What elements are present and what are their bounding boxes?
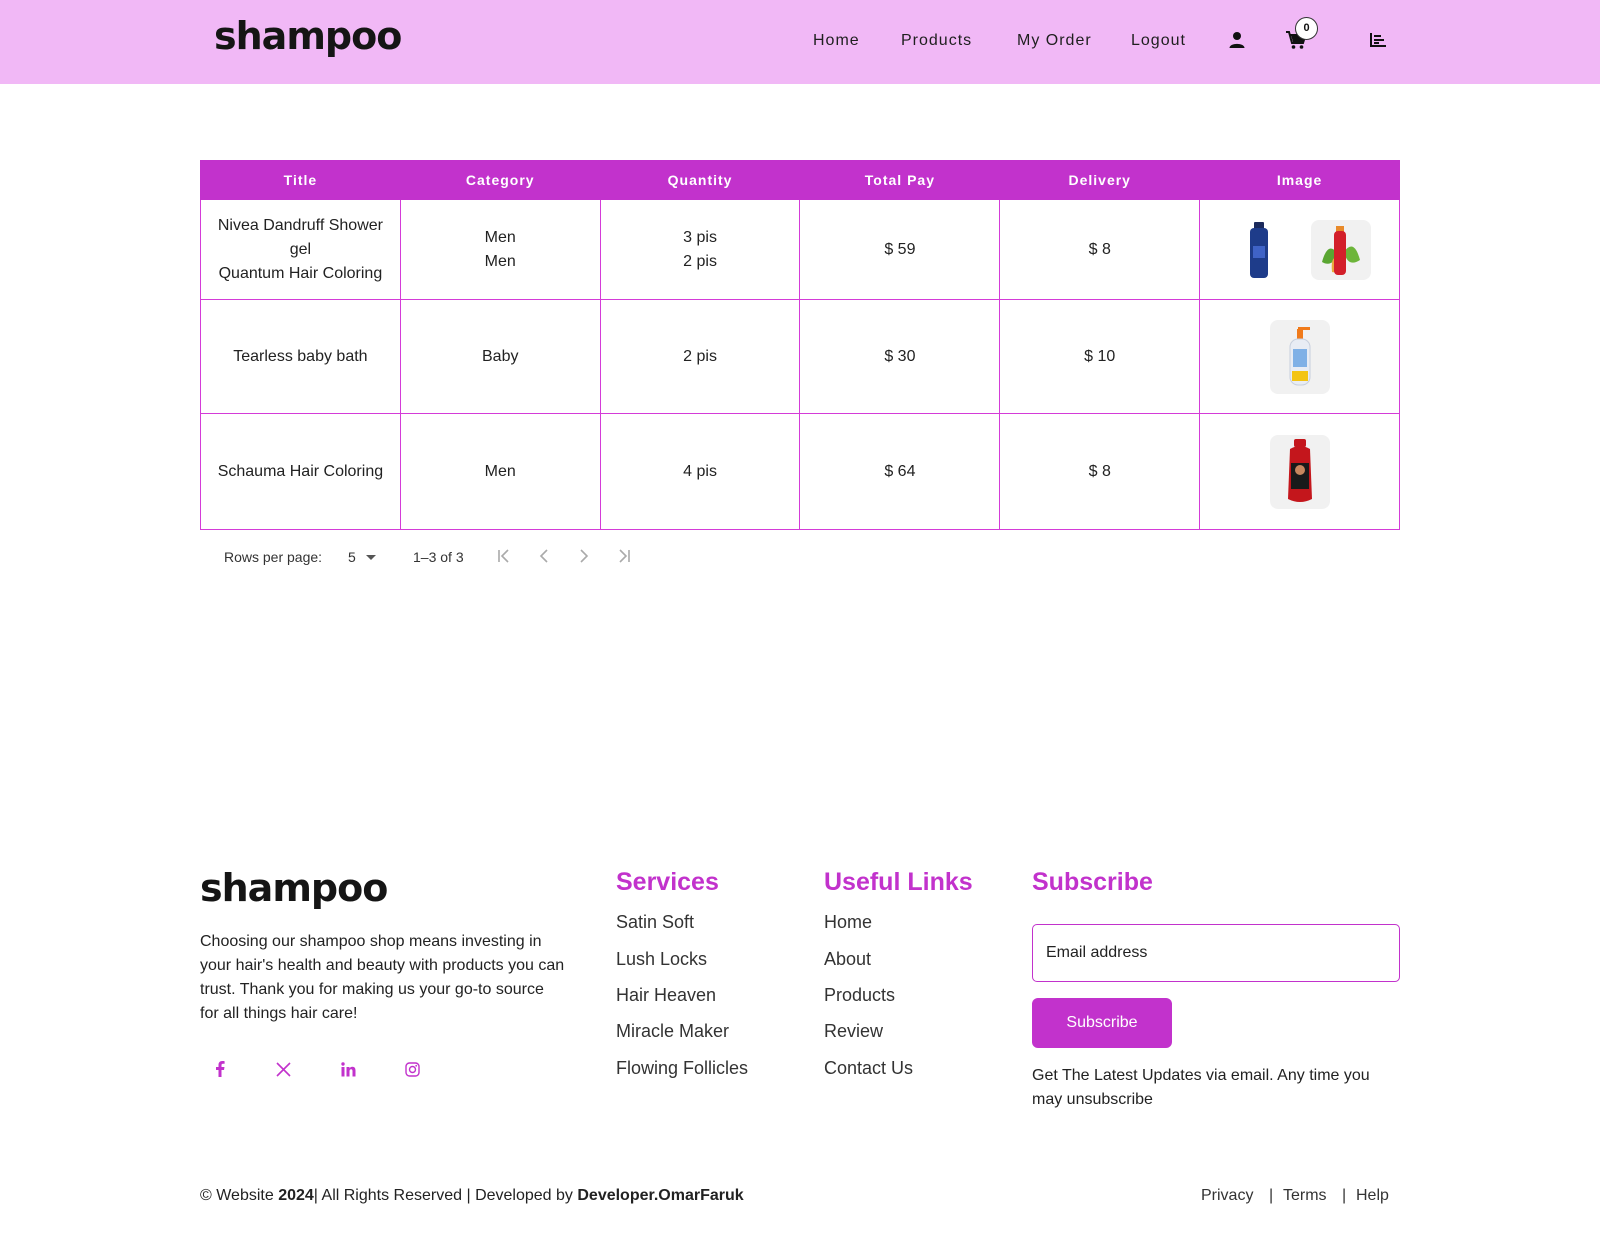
- category-cell: Men Men: [399, 199, 601, 300]
- previous-page-icon[interactable]: [536, 548, 552, 564]
- total-pay-cell: $ 64: [799, 413, 1001, 530]
- nav-home[interactable]: Home: [813, 30, 860, 52]
- terms-link[interactable]: Terms: [1283, 1187, 1327, 1205]
- footer-about-text: Choosing our shampoo shop means investin…: [200, 933, 565, 1022]
- footer-link-products[interactable]: Products: [824, 985, 895, 1006]
- nav-my-order[interactable]: My Order: [1017, 30, 1092, 52]
- quantity-value: 2 pis: [599, 299, 801, 414]
- service-link-satin-soft[interactable]: Satin Soft: [616, 912, 694, 933]
- delivery-cell: $ 10: [999, 299, 1201, 414]
- image-cell: [1199, 413, 1400, 530]
- email-field[interactable]: Email address: [1032, 924, 1400, 982]
- table-row: Schauma Hair Coloring Men 4 pis $ 64 $ 8: [200, 413, 1400, 530]
- footer-link-contact-us[interactable]: Contact Us: [824, 1058, 913, 1079]
- table-header-row: Title Category Quantity Total Pay Delive…: [200, 160, 1400, 200]
- total-pay-cell: $ 30: [799, 299, 1001, 414]
- rows-per-page-label: Rows per page:: [224, 549, 323, 565]
- column-header-image: Image: [1199, 160, 1400, 200]
- page-range-label: 1–3 of 3: [413, 549, 464, 565]
- quantity-value: 3 pis: [683, 228, 717, 246]
- last-page-icon[interactable]: [616, 548, 632, 564]
- legal-separator: |: [1269, 1187, 1274, 1204]
- facebook-icon[interactable]: [209, 1058, 231, 1080]
- orders-table: Title Category Quantity Total Pay Delive…: [200, 160, 1400, 530]
- service-link-miracle-maker[interactable]: Miracle Maker: [616, 1021, 729, 1042]
- product-title: Schauma Hair Coloring: [200, 413, 401, 530]
- column-header-total-pay: Total Pay: [799, 160, 1001, 200]
- title-cell: Nivea Dandruff Shower gel Quantum Hair C…: [200, 199, 401, 300]
- site-header: shampoo Home Products My Order Logout 0: [0, 0, 1600, 84]
- footer-link-about[interactable]: About: [824, 949, 871, 970]
- product-image-red-spray: [1310, 219, 1371, 280]
- product-image-blue-shampoo: [1229, 220, 1289, 280]
- service-link-lush-locks[interactable]: Lush Locks: [616, 949, 707, 970]
- column-header-quantity: Quantity: [599, 160, 801, 200]
- quantity-value: 4 pis: [599, 413, 801, 530]
- subscribe-note: Get The Latest Updates via email. Any ti…: [1032, 1067, 1370, 1108]
- column-header-title: Title: [200, 160, 401, 200]
- copyright-text: © Website 2024| All Rights Reserved | De…: [200, 1187, 744, 1205]
- nav-products[interactable]: Products: [901, 30, 972, 52]
- user-icon[interactable]: [1228, 31, 1246, 49]
- footer-link-home[interactable]: Home: [824, 912, 872, 933]
- rows-per-page-select[interactable]: 5: [348, 549, 376, 565]
- quantity-cell: 3 pis 2 pis: [599, 199, 801, 300]
- brand-logo[interactable]: shampoo: [214, 14, 402, 58]
- copyright-middle: | All Rights Reserved | Developed by: [313, 1187, 573, 1204]
- total-pay-cell: $ 59: [799, 199, 1001, 300]
- services-heading: Services: [616, 868, 719, 896]
- product-title: Quantum Hair Coloring: [218, 264, 383, 282]
- image-cell: [1199, 299, 1400, 414]
- service-link-hair-heaven[interactable]: Hair Heaven: [616, 985, 716, 1006]
- quantity-value: 2 pis: [683, 252, 717, 270]
- category-value: Men: [484, 252, 516, 270]
- subscribe-button[interactable]: Subscribe: [1032, 998, 1172, 1048]
- x-icon[interactable]: [272, 1058, 294, 1080]
- dashboard-icon[interactable]: [1370, 33, 1386, 47]
- product-image-red-shampoo: [1269, 434, 1330, 509]
- help-link[interactable]: Help: [1356, 1187, 1389, 1205]
- footer-logo[interactable]: shampoo: [200, 866, 388, 910]
- image-cell: [1199, 199, 1400, 300]
- copyright-year: 2024: [278, 1187, 314, 1204]
- delivery-cell: $ 8: [999, 413, 1201, 530]
- first-page-icon[interactable]: [496, 548, 512, 564]
- cart-count-badge: 0: [1295, 17, 1318, 40]
- product-title: Tearless baby bath: [200, 299, 401, 414]
- instagram-icon[interactable]: [401, 1058, 423, 1080]
- product-title: Nivea Dandruff Shower gel: [217, 216, 383, 258]
- developer-link[interactable]: Developer.OmarFaruk: [577, 1187, 743, 1204]
- nav-logout[interactable]: Logout: [1131, 30, 1186, 52]
- category-value: Men: [484, 228, 516, 246]
- rows-per-page-value: 5: [348, 549, 356, 565]
- category-value: Baby: [399, 299, 601, 414]
- category-value: Men: [399, 413, 601, 530]
- legal-separator: |: [1342, 1187, 1347, 1204]
- caret-down-icon: [365, 555, 376, 560]
- copyright-prefix: © Website: [200, 1187, 274, 1204]
- delivery-cell: $ 8: [999, 199, 1201, 300]
- useful-links-heading: Useful Links: [824, 868, 973, 896]
- service-link-flowing-follicles[interactable]: Flowing Follicles: [616, 1058, 748, 1079]
- table-row: Nivea Dandruff Shower gel Quantum Hair C…: [200, 199, 1400, 300]
- column-header-delivery: Delivery: [999, 160, 1201, 200]
- footer-link-review[interactable]: Review: [824, 1021, 883, 1042]
- product-image-baby-bath: [1269, 319, 1330, 394]
- table-row: Tearless baby bath Baby 2 pis $ 30 $ 10: [200, 299, 1400, 414]
- privacy-link[interactable]: Privacy: [1201, 1187, 1253, 1205]
- next-page-icon[interactable]: [576, 548, 592, 564]
- linkedin-icon[interactable]: [337, 1058, 359, 1080]
- subscribe-heading: Subscribe: [1032, 868, 1153, 896]
- column-header-category: Category: [399, 160, 601, 200]
